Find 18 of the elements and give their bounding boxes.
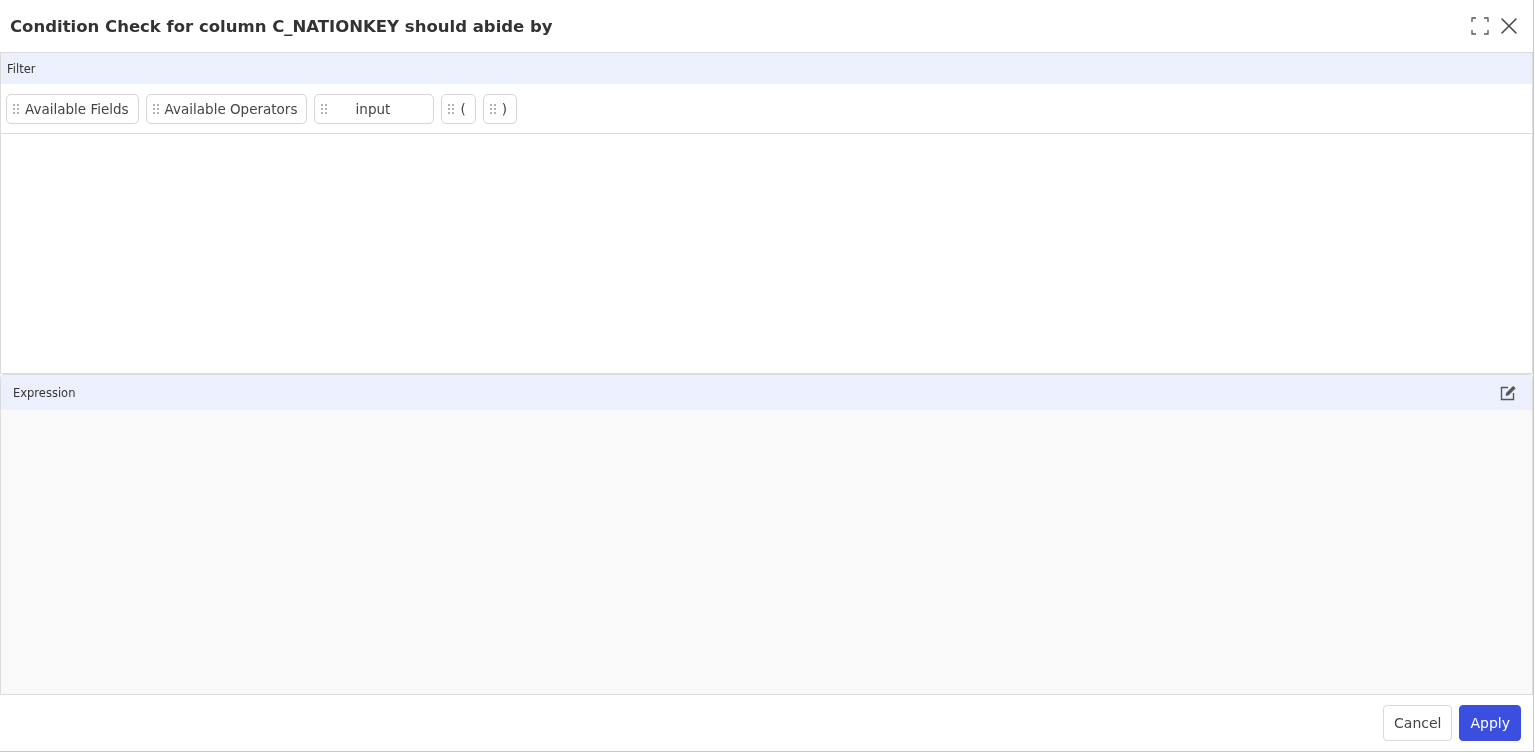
grip-icon — [321, 103, 328, 114]
edit-icon[interactable] — [1500, 384, 1516, 401]
grip-icon — [489, 103, 496, 114]
section-title: Filter — [7, 61, 36, 76]
drag-token[interactable]: ) — [482, 93, 517, 124]
section-title: Expression — [13, 385, 76, 400]
grip-icon — [13, 103, 19, 114]
dialog-title: Condition Check for column C_NATIONKEY should abide by — [10, 16, 554, 36]
apply-button[interactable]: Apply — [1459, 705, 1521, 741]
drag-token[interactable]: ( — [441, 93, 476, 124]
grip-icon — [448, 103, 455, 114]
grip-icon — [152, 103, 159, 114]
close-icon[interactable] — [1501, 18, 1517, 34]
cancel-button[interactable]: Cancel — [1383, 705, 1453, 741]
input-token[interactable]: input — [314, 93, 435, 124]
drag-token[interactable]: Available Fields — [6, 93, 139, 124]
drag-token[interactable]: Available Operators — [145, 93, 308, 124]
expand-icon[interactable] — [1471, 17, 1489, 35]
